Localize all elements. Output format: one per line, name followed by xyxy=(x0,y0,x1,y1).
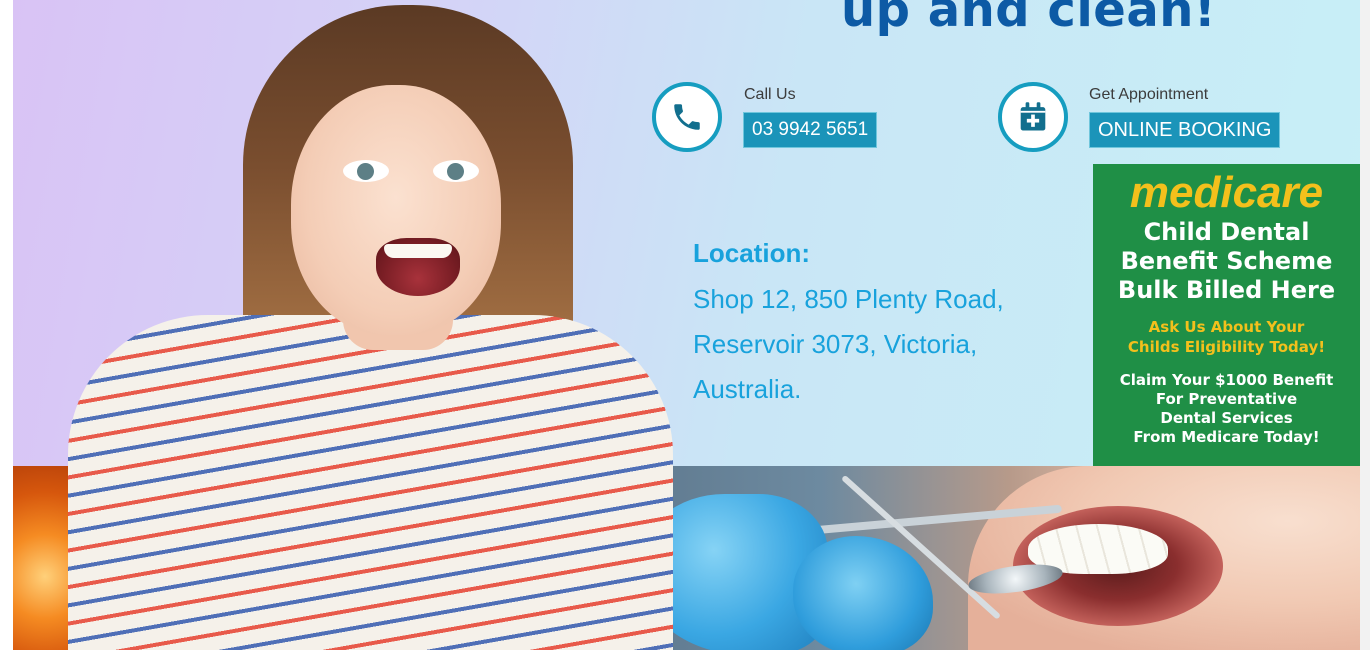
page-headline: up and clean! xyxy=(841,0,1217,38)
girl-face xyxy=(291,85,501,335)
girl-right-eye xyxy=(433,160,479,182)
phone-icon-glyph xyxy=(674,104,700,130)
online-booking-button[interactable]: ONLINE BOOKING xyxy=(1089,112,1281,148)
hero-banner: up and clean! Call Us 03 9942 5651 Get A… xyxy=(13,0,1360,650)
medicare-logo: medicare xyxy=(1129,168,1324,217)
phone-icon[interactable] xyxy=(652,82,722,152)
scheme-line-1: Child Dental xyxy=(1143,218,1310,246)
girl-left-eye xyxy=(343,160,389,182)
address-line-2: Reservoir 3073, Victoria, xyxy=(693,329,978,359)
page-scrollbar-gutter xyxy=(1360,0,1370,650)
claim-line-4: From Medicare Today! xyxy=(1133,428,1320,446)
medicare-panel[interactable]: medicare Child Dental Benefit Scheme Bul… xyxy=(1093,164,1360,466)
eligibility-text: Ask Us About Your Childs Eligibility Tod… xyxy=(1093,317,1360,357)
scheme-line-2: Benefit Scheme xyxy=(1120,247,1333,275)
call-us-label: Call Us xyxy=(744,86,796,103)
claim-line-3: Dental Services xyxy=(1160,409,1293,427)
dentist-glove-image-2 xyxy=(793,536,933,650)
phone-number-link[interactable]: 03 9942 5651 xyxy=(743,112,878,148)
claim-text: Claim Your $1000 Benefit For Preventativ… xyxy=(1093,371,1360,447)
girl-striped-shirt xyxy=(68,315,673,650)
scheme-line-3: Bulk Billed Here xyxy=(1117,276,1336,304)
ask-line-1: Ask Us About Your xyxy=(1148,318,1305,336)
claim-line-1: Claim Your $1000 Benefit xyxy=(1119,371,1334,389)
location-heading: Location: xyxy=(693,238,810,268)
claim-line-2: For Preventative xyxy=(1155,390,1298,408)
ask-line-2: Childs Eligibility Today! xyxy=(1127,338,1326,356)
calendar-plus-icon-glyph xyxy=(1020,102,1046,131)
calendar-plus-icon[interactable] xyxy=(998,82,1068,152)
smiling-girl-image xyxy=(53,0,673,650)
address-line-3: Australia. xyxy=(693,374,802,404)
girl-smile xyxy=(376,238,460,296)
address-line-1: Shop 12, 850 Plenty Road, xyxy=(693,284,1004,314)
get-appointment-label: Get Appointment xyxy=(1089,86,1209,103)
